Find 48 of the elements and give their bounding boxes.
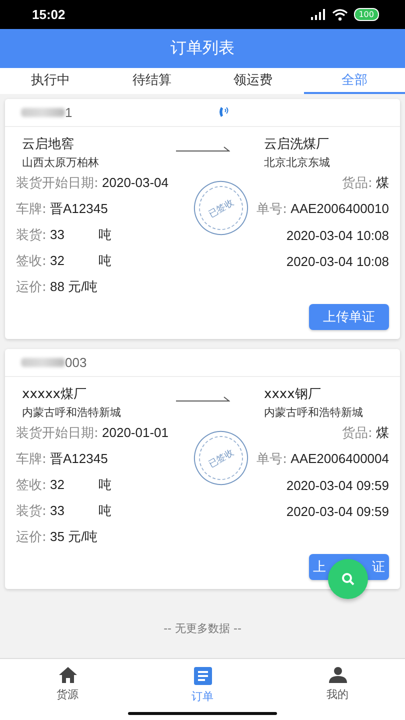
order-number: 003 — [65, 355, 87, 370]
nav-item[interactable]: 货源 — [0, 667, 135, 702]
timestamp: 2020-03-04 10:08 — [286, 254, 389, 268]
unit: 吨 — [98, 502, 112, 520]
weight: 签收: 32 — [16, 476, 64, 494]
signal-icon — [310, 9, 326, 20]
search-icon — [341, 572, 355, 586]
weight: 签收: 32 — [16, 252, 64, 270]
goods: 货品: 煤 — [342, 424, 389, 442]
weight: 装货: 33 — [16, 502, 64, 520]
destination-name: 云启洗煤厂 — [264, 136, 329, 153]
weight: 装货: 33 — [16, 226, 64, 244]
nav-item[interactable]: 我的 — [270, 667, 405, 702]
freight-price: 运价: 35 元/吨 — [16, 528, 98, 546]
origin-name: xxxxx煤厂 — [22, 386, 88, 403]
start-date: 装货开始日期: 2020-01-01 — [16, 424, 169, 442]
redacted-mark — [21, 108, 65, 117]
start-date: 装货开始日期: 2020-03-04 — [16, 174, 169, 192]
destination-name: xxxx钢厂 — [264, 386, 321, 403]
order-number: 1 — [65, 105, 72, 120]
origin-address: 内蒙古呼和浩特新城 — [22, 405, 122, 420]
timestamp: 2020-03-04 09:59 — [286, 504, 389, 518]
unit: 吨 — [98, 226, 112, 244]
destination-address: 北京北京东城 — [264, 155, 330, 170]
plate-number: 车牌: 晋A12345 — [16, 450, 108, 468]
unit: 吨 — [98, 476, 112, 494]
nav-item[interactable]: 订单 — [135, 667, 270, 704]
unit: 吨 — [98, 252, 112, 270]
origin-name: 云启地窖 — [22, 136, 75, 153]
person-icon — [328, 667, 346, 683]
timestamp: 2020-03-04 10:08 — [286, 228, 389, 242]
wifi-icon — [332, 8, 348, 20]
end-of-list-note: -- 无更多数据 -- — [162, 621, 242, 636]
origin-address: 山西太原万柏林 — [22, 155, 100, 170]
plate-number: 车牌: 晋A12345 — [16, 200, 108, 218]
battery-indicator: 100 — [354, 8, 379, 21]
destination-address: 内蒙古呼和浩特新城 — [264, 405, 363, 420]
freight-price: 运价: 88 元/吨 — [16, 278, 98, 296]
document-icon — [194, 667, 212, 685]
status-time: 15:02 — [32, 7, 66, 22]
goods: 货品: 煤 — [342, 174, 389, 192]
waybill-number: 单号: AAE2006400004 — [256, 450, 389, 468]
timestamp: 2020-03-04 09:59 — [286, 478, 389, 492]
page-title: 订单列表 — [170, 38, 234, 59]
home-icon — [58, 667, 76, 683]
phone-icon[interactable] — [217, 105, 229, 119]
redacted-mark — [21, 358, 65, 367]
waybill-number: 单号: AAE2006400010 — [256, 200, 389, 218]
